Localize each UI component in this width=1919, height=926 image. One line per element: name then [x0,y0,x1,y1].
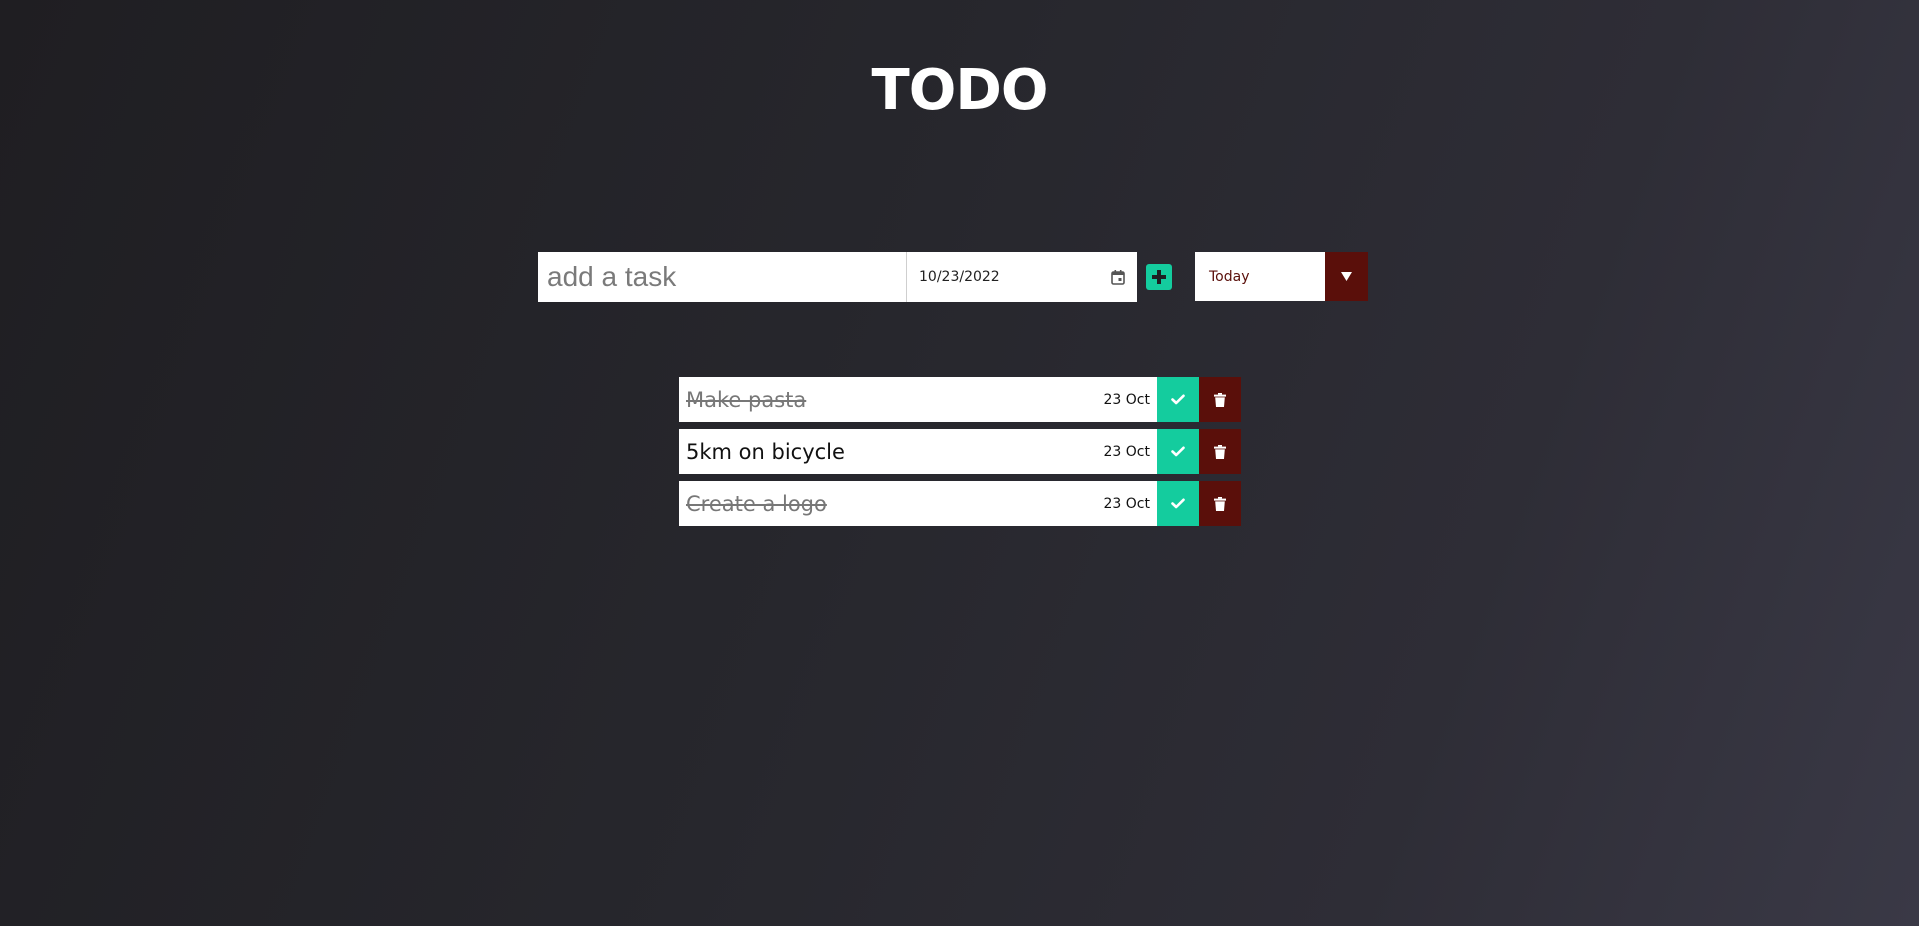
filter-selected-value: Today [1195,252,1325,301]
date-input[interactable]: 10/23/2022 [906,252,1137,302]
calendar-icon[interactable] [1109,268,1127,286]
todo-text: Create a logo [686,491,827,516]
delete-button[interactable] [1199,377,1241,422]
todo-date: 23 Oct [1103,443,1150,460]
triangle-down-icon [1341,272,1352,281]
complete-button[interactable] [1157,481,1199,526]
plus-icon [1151,269,1167,285]
check-icon [1171,394,1185,405]
todo-content: Make pasta 23 Oct [679,377,1157,422]
todo-item: 5km on bicycle 23 Oct [679,429,1241,474]
trash-icon [1214,392,1226,407]
delete-button[interactable] [1199,429,1241,474]
task-input[interactable] [538,252,906,302]
todo-date: 23 Oct [1103,495,1150,512]
filter-select[interactable]: Today [1195,252,1368,301]
todo-text: Make pasta [686,387,807,412]
todo-list: Make pasta 23 Oct 5km on bicycle 23 Oct … [679,377,1241,533]
filter-dropdown-button[interactable] [1325,252,1368,301]
todo-content: 5km on bicycle 23 Oct [679,429,1157,474]
add-task-form: 10/23/2022 [538,252,1172,302]
todo-date: 23 Oct [1103,391,1150,408]
delete-button[interactable] [1199,481,1241,526]
todo-content: Create a logo 23 Oct [679,481,1157,526]
trash-icon [1214,444,1226,459]
page-title: TODO [871,58,1049,123]
complete-button[interactable] [1157,429,1199,474]
check-icon [1171,446,1185,457]
todo-item: Create a logo 23 Oct [679,481,1241,526]
add-task-button[interactable] [1146,264,1172,290]
check-icon [1171,498,1185,509]
todo-item: Make pasta 23 Oct [679,377,1241,422]
complete-button[interactable] [1157,377,1199,422]
todo-text: 5km on bicycle [686,439,845,464]
trash-icon [1214,496,1226,511]
date-value: 10/23/2022 [919,269,1000,285]
